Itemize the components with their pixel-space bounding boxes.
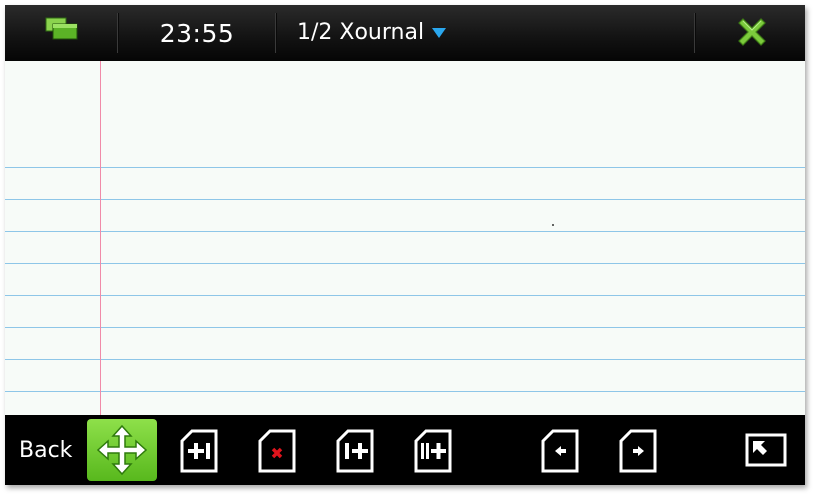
ruled-line bbox=[5, 295, 805, 296]
delete-page-button[interactable] bbox=[258, 429, 298, 473]
insert-page-after-button[interactable] bbox=[336, 429, 376, 473]
ruled-line bbox=[5, 231, 805, 232]
clock: 23:55 bbox=[159, 19, 235, 48]
previous-page-icon bbox=[541, 429, 581, 473]
fullscreen-icon bbox=[745, 433, 787, 469]
app-window: 23:55 1/2 Xournal Back bbox=[5, 5, 805, 485]
close-x-icon[interactable] bbox=[737, 17, 767, 47]
bottom-toolbar: Back bbox=[5, 415, 805, 485]
next-page-button[interactable] bbox=[619, 429, 659, 473]
back-button[interactable]: Back bbox=[19, 415, 72, 485]
status-bar: 23:55 1/2 Xournal bbox=[5, 5, 805, 61]
add-page-button[interactable] bbox=[180, 429, 220, 473]
ink-dot bbox=[552, 224, 554, 226]
move-tool-button[interactable] bbox=[87, 419, 157, 481]
move-arrows-icon bbox=[87, 425, 157, 475]
add-page-icon bbox=[180, 429, 220, 473]
ruled-line bbox=[5, 359, 805, 360]
window-title: 1/2 Xournal bbox=[297, 20, 425, 45]
dropdown-triangle-icon bbox=[432, 5, 447, 60]
ruled-line bbox=[5, 327, 805, 328]
task-switcher-icon[interactable] bbox=[45, 17, 81, 45]
margin-line bbox=[100, 61, 101, 415]
insert-page-after-icon bbox=[336, 429, 376, 473]
note-canvas[interactable] bbox=[5, 61, 805, 415]
insert-page-end-button[interactable] bbox=[414, 429, 454, 473]
ruled-line bbox=[5, 167, 805, 168]
previous-page-button[interactable] bbox=[541, 429, 581, 473]
status-separator bbox=[275, 13, 277, 53]
ruled-line bbox=[5, 391, 805, 392]
delete-page-icon bbox=[258, 429, 298, 473]
ruled-line bbox=[5, 199, 805, 200]
status-separator bbox=[694, 13, 696, 53]
fullscreen-button[interactable] bbox=[745, 433, 787, 469]
ruled-line bbox=[5, 263, 805, 264]
insert-page-end-icon bbox=[414, 429, 454, 473]
title-menu[interactable]: 1/2 Xournal bbox=[297, 5, 447, 61]
next-page-icon bbox=[619, 429, 659, 473]
